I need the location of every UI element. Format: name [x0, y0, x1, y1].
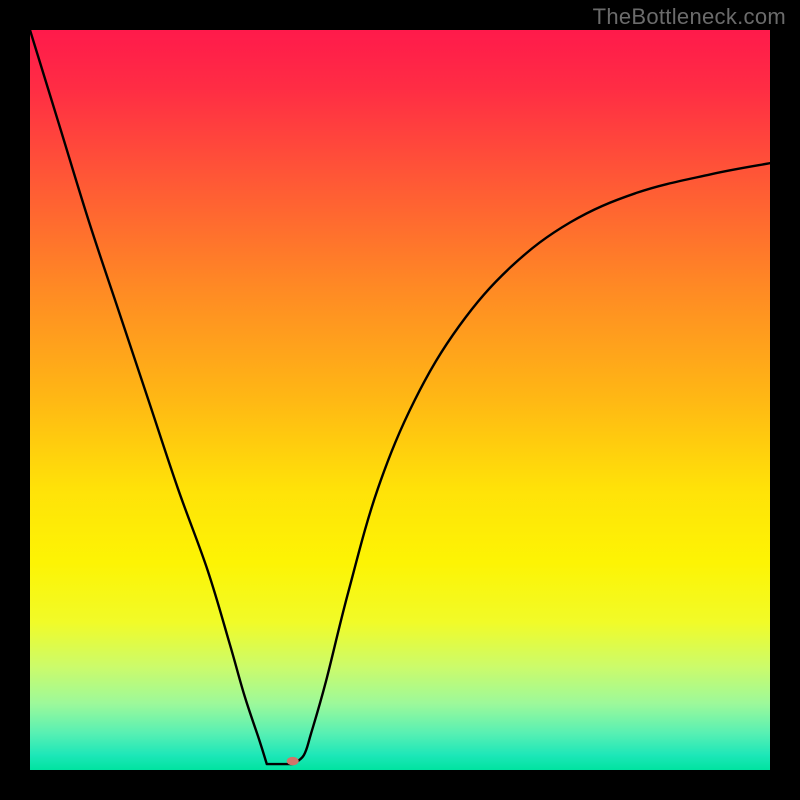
chart-frame: TheBottleneck.com [0, 0, 800, 800]
watermark-text: TheBottleneck.com [593, 4, 786, 30]
plot-area [30, 30, 770, 770]
bottleneck-chart [30, 30, 770, 770]
gradient-background [30, 30, 770, 770]
minimum-marker [287, 757, 299, 765]
